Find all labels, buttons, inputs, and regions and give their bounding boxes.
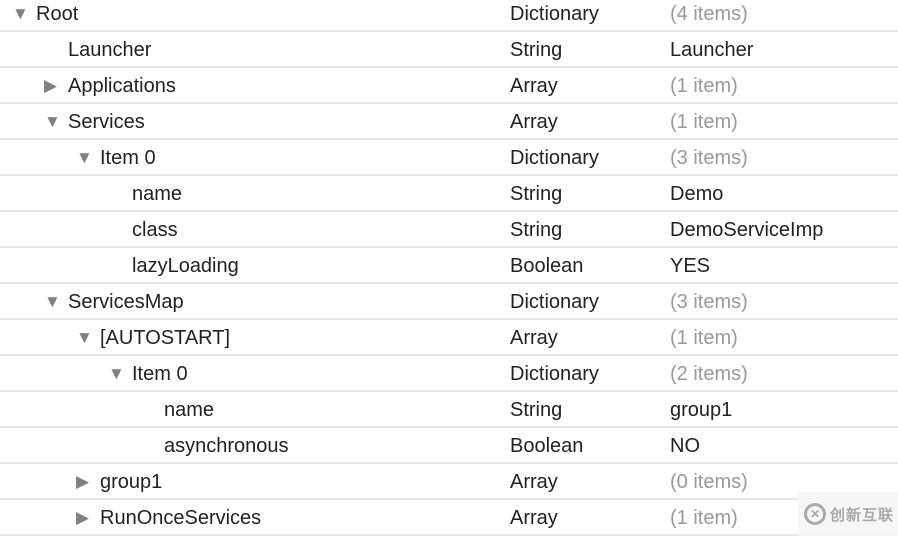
plist-row[interactable]: lazyLoading Boolean YES xyxy=(0,248,898,284)
row-value[interactable]: NO xyxy=(670,428,700,464)
row-key[interactable]: name xyxy=(132,176,182,212)
row-value[interactable]: YES xyxy=(670,248,710,284)
plist-outline: ▼ Root Dictionary (4 items) Launcher String La… xyxy=(0,0,898,536)
row-key[interactable]: Launcher xyxy=(68,32,151,68)
row-type[interactable]: String xyxy=(510,212,562,248)
row-value[interactable]: DemoServiceImp xyxy=(670,212,823,248)
disclosure-expanded-icon[interactable]: ▼ xyxy=(76,140,96,176)
row-type[interactable]: String xyxy=(510,176,562,212)
row-key[interactable]: lazyLoading xyxy=(132,248,239,284)
row-value: (3 items) xyxy=(670,147,748,169)
row-type[interactable]: Array xyxy=(510,68,558,104)
disclosure-collapsed-icon[interactable]: ▶ xyxy=(76,500,96,536)
row-type[interactable]: Boolean xyxy=(510,428,583,464)
disclosure-expanded-icon[interactable]: ▼ xyxy=(76,320,96,356)
row-type[interactable]: Dictionary xyxy=(510,356,599,392)
row-value[interactable]: Launcher xyxy=(670,32,753,68)
row-type[interactable]: Array xyxy=(510,320,558,356)
row-key[interactable]: name xyxy=(164,392,214,428)
watermark: ✕ 创新互联 xyxy=(798,492,898,536)
plist-row[interactable]: ▼ Item 0 Dictionary (3 items) xyxy=(0,140,898,176)
row-value: (1 item) xyxy=(670,111,738,133)
plist-row[interactable]: asynchronous Boolean NO xyxy=(0,428,898,464)
plist-row[interactable]: ▼ Root Dictionary (4 items) xyxy=(0,0,898,32)
row-value: (4 items) xyxy=(670,3,748,25)
plist-row[interactable]: class String DemoServiceImp xyxy=(0,212,898,248)
watermark-text: 创新互联 xyxy=(830,506,895,524)
watermark-logo-icon: ✕ xyxy=(804,503,826,525)
row-type[interactable]: Array xyxy=(510,104,558,140)
plist-row[interactable]: Launcher String Launcher xyxy=(0,32,898,68)
row-value: (1 item) xyxy=(670,75,738,97)
plist-row[interactable]: ▼ [AUTOSTART] Array (1 item) xyxy=(0,320,898,356)
plist-row[interactable]: ▼ Services Array (1 item) xyxy=(0,104,898,140)
plist-row[interactable]: name String Demo xyxy=(0,176,898,212)
row-key[interactable]: group1 xyxy=(100,464,162,500)
row-key[interactable]: asynchronous xyxy=(164,428,289,464)
disclosure-expanded-icon[interactable]: ▼ xyxy=(108,356,128,392)
plist-row[interactable]: ▼ ServicesMap Dictionary (3 items) xyxy=(0,284,898,320)
row-value: (0 items) xyxy=(670,471,748,493)
row-key[interactable]: Services xyxy=(68,104,145,140)
row-key[interactable]: class xyxy=(132,212,178,248)
disclosure-expanded-icon[interactable]: ▼ xyxy=(44,284,64,320)
row-key[interactable]: ServicesMap xyxy=(68,284,184,320)
plist-row[interactable]: ▶ Applications Array (1 item) xyxy=(0,68,898,104)
row-type[interactable]: Dictionary xyxy=(510,140,599,176)
row-key[interactable]: RunOnceServices xyxy=(100,500,261,536)
row-value: (3 items) xyxy=(670,291,748,313)
row-type[interactable]: String xyxy=(510,392,562,428)
row-value: (1 item) xyxy=(670,327,738,349)
plist-row[interactable]: ▶ group1 Array (0 items) xyxy=(0,464,898,500)
disclosure-collapsed-icon[interactable]: ▶ xyxy=(76,464,96,500)
plist-row[interactable]: ▼ Item 0 Dictionary (2 items) xyxy=(0,356,898,392)
row-type[interactable]: String xyxy=(510,32,562,68)
row-type[interactable]: Boolean xyxy=(510,248,583,284)
row-type[interactable]: Dictionary xyxy=(510,284,599,320)
row-key[interactable]: Item 0 xyxy=(100,140,156,176)
row-value[interactable]: Demo xyxy=(670,176,723,212)
row-value: (1 item) xyxy=(670,507,738,529)
row-value[interactable]: group1 xyxy=(670,392,732,428)
row-key[interactable]: Applications xyxy=(68,68,176,104)
row-key[interactable]: Item 0 xyxy=(132,356,188,392)
row-type[interactable]: Array xyxy=(510,464,558,500)
plist-row[interactable]: ▶ RunOnceServices Array (1 item) xyxy=(0,500,898,536)
row-key[interactable]: [AUTOSTART] xyxy=(100,320,230,356)
disclosure-collapsed-icon[interactable]: ▶ xyxy=(44,68,64,104)
plist-row[interactable]: name String group1 xyxy=(0,392,898,428)
row-type[interactable]: Array xyxy=(510,500,558,536)
row-type[interactable]: Dictionary xyxy=(510,0,599,32)
disclosure-expanded-icon[interactable]: ▼ xyxy=(44,104,64,140)
row-key[interactable]: Root xyxy=(36,0,78,32)
disclosure-expanded-icon[interactable]: ▼ xyxy=(12,0,32,32)
row-value: (2 items) xyxy=(670,363,748,385)
